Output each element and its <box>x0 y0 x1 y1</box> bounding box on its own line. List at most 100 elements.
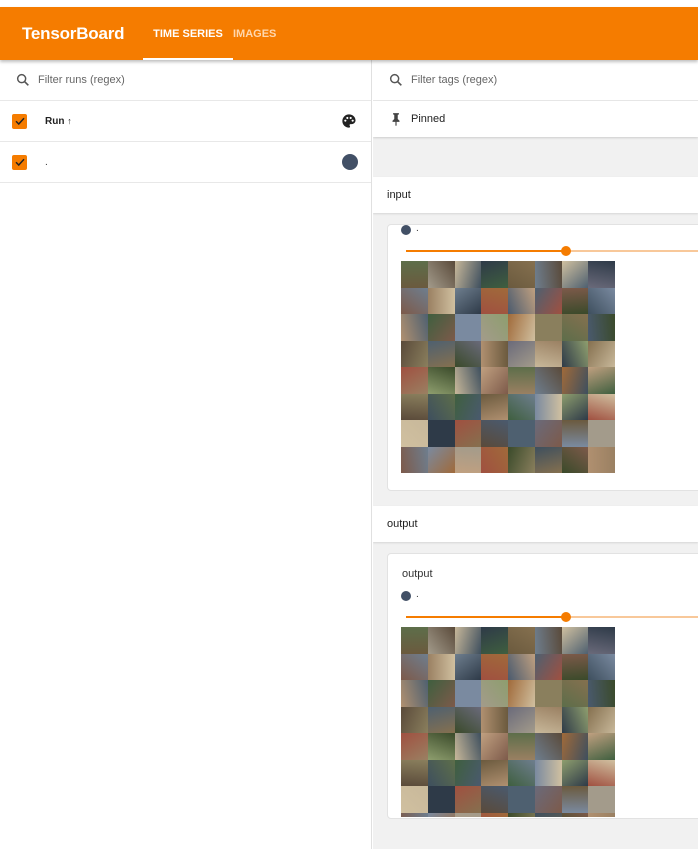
image-thumbnail <box>401 446 428 473</box>
image-thumbnail <box>561 653 589 680</box>
image-thumbnail <box>588 733 615 760</box>
image-thumbnail <box>588 786 615 813</box>
image-thumbnail <box>588 812 615 817</box>
run-row[interactable]: . <box>0 142 371 183</box>
runs-filter[interactable]: Filter runs (regex) <box>0 60 371 101</box>
image-thumbnail <box>588 759 615 786</box>
image-thumbnail <box>588 340 615 367</box>
image-thumbnail <box>427 393 455 420</box>
image-thumbnail <box>508 733 535 760</box>
tab-images[interactable]: IMAGES <box>233 7 286 60</box>
image-thumbnail <box>588 420 615 447</box>
image-thumbnail <box>534 261 562 288</box>
image-thumbnail <box>401 367 428 394</box>
image-thumbnail <box>588 680 615 707</box>
run-color-swatch[interactable] <box>342 154 358 170</box>
image-thumbnail <box>588 261 615 288</box>
image-thumbnail <box>561 340 589 367</box>
image-thumbnail <box>561 261 589 288</box>
image-thumbnail <box>588 706 615 733</box>
image-thumbnail <box>508 786 535 813</box>
step-slider-fill <box>406 616 566 618</box>
image-card-output: output . <box>387 553 698 819</box>
image-thumbnail <box>454 393 482 420</box>
image-thumbnail <box>401 314 428 341</box>
image-thumbnail <box>561 314 589 341</box>
image-thumbnail <box>401 653 428 680</box>
image-thumbnail <box>454 733 482 760</box>
run-name: . <box>45 156 48 168</box>
image-grid[interactable] <box>401 261 615 473</box>
palette-icon[interactable] <box>341 113 357 129</box>
runs-table-header: Run ↑ <box>0 101 371 142</box>
runs-sidebar: Filter runs (regex) Run ↑ . <box>0 60 372 849</box>
image-thumbnail <box>454 314 482 341</box>
image-thumbnail <box>561 786 589 813</box>
image-thumbnail <box>401 627 428 654</box>
image-thumbnail <box>427 812 455 817</box>
image-thumbnail <box>561 733 589 760</box>
run-name: . <box>416 589 419 600</box>
image-thumbnail <box>401 340 428 367</box>
main-panel: Filter tags (regex) Pinned input . outpu… <box>373 60 698 849</box>
image-thumbnail <box>534 287 562 314</box>
image-thumbnail <box>427 759 455 786</box>
image-thumbnail <box>534 367 562 394</box>
image-thumbnail <box>534 393 562 420</box>
image-thumbnail <box>561 420 589 447</box>
image-thumbnail <box>508 759 535 786</box>
image-thumbnail <box>561 627 589 654</box>
image-thumbnail <box>427 786 455 813</box>
group-header-input[interactable]: input <box>373 177 698 213</box>
step-slider[interactable] <box>406 612 698 622</box>
image-thumbnail <box>508 420 535 447</box>
image-thumbnail <box>481 786 508 813</box>
image-thumbnail <box>481 340 508 367</box>
sort-ascending-icon: ↑ <box>67 115 72 126</box>
image-thumbnail <box>481 393 508 420</box>
image-thumbnail <box>588 393 615 420</box>
image-thumbnail <box>534 706 562 733</box>
step-slider[interactable] <box>406 246 698 256</box>
image-thumbnail <box>561 287 589 314</box>
image-thumbnail <box>401 759 428 786</box>
image-thumbnail <box>427 261 455 288</box>
image-thumbnail <box>481 706 508 733</box>
group-header-output[interactable]: output <box>373 506 698 542</box>
image-thumbnail <box>534 446 562 473</box>
image-thumbnail <box>481 261 508 288</box>
image-thumbnail <box>534 340 562 367</box>
run-name: . <box>416 223 419 234</box>
image-thumbnail <box>508 314 535 341</box>
image-thumbnail <box>454 261 482 288</box>
tags-filter-input[interactable]: Filter tags (regex) <box>411 74 497 86</box>
image-thumbnail <box>401 287 428 314</box>
tags-filter[interactable]: Filter tags (regex) <box>373 60 698 101</box>
select-all-checkbox[interactable] <box>12 113 27 129</box>
step-slider-thumb[interactable] <box>561 612 571 622</box>
image-thumbnail <box>588 653 615 680</box>
tab-time-series[interactable]: TIME SERIES <box>143 7 233 60</box>
runs-filter-input[interactable]: Filter runs (regex) <box>38 74 125 86</box>
image-thumbnail <box>508 812 535 817</box>
image-thumbnail <box>454 446 482 473</box>
run-checkbox[interactable] <box>12 154 27 170</box>
image-thumbnail <box>481 680 508 707</box>
group-name: output <box>387 518 418 530</box>
image-thumbnail <box>427 680 455 707</box>
image-thumbnail <box>427 653 455 680</box>
run-column-header[interactable]: Run ↑ <box>45 116 72 127</box>
image-thumbnail <box>588 627 615 654</box>
step-slider-thumb[interactable] <box>561 246 571 256</box>
app-title: TensorBoard <box>22 23 125 43</box>
image-thumbnail <box>588 287 615 314</box>
image-grid[interactable] <box>401 627 615 817</box>
pinned-label: Pinned <box>411 113 446 125</box>
image-thumbnail <box>427 733 455 760</box>
image-thumbnail <box>427 706 455 733</box>
image-thumbnail <box>454 812 482 817</box>
image-thumbnail <box>534 314 562 341</box>
image-thumbnail <box>508 706 535 733</box>
image-thumbnail <box>534 759 562 786</box>
image-thumbnail <box>508 446 535 473</box>
